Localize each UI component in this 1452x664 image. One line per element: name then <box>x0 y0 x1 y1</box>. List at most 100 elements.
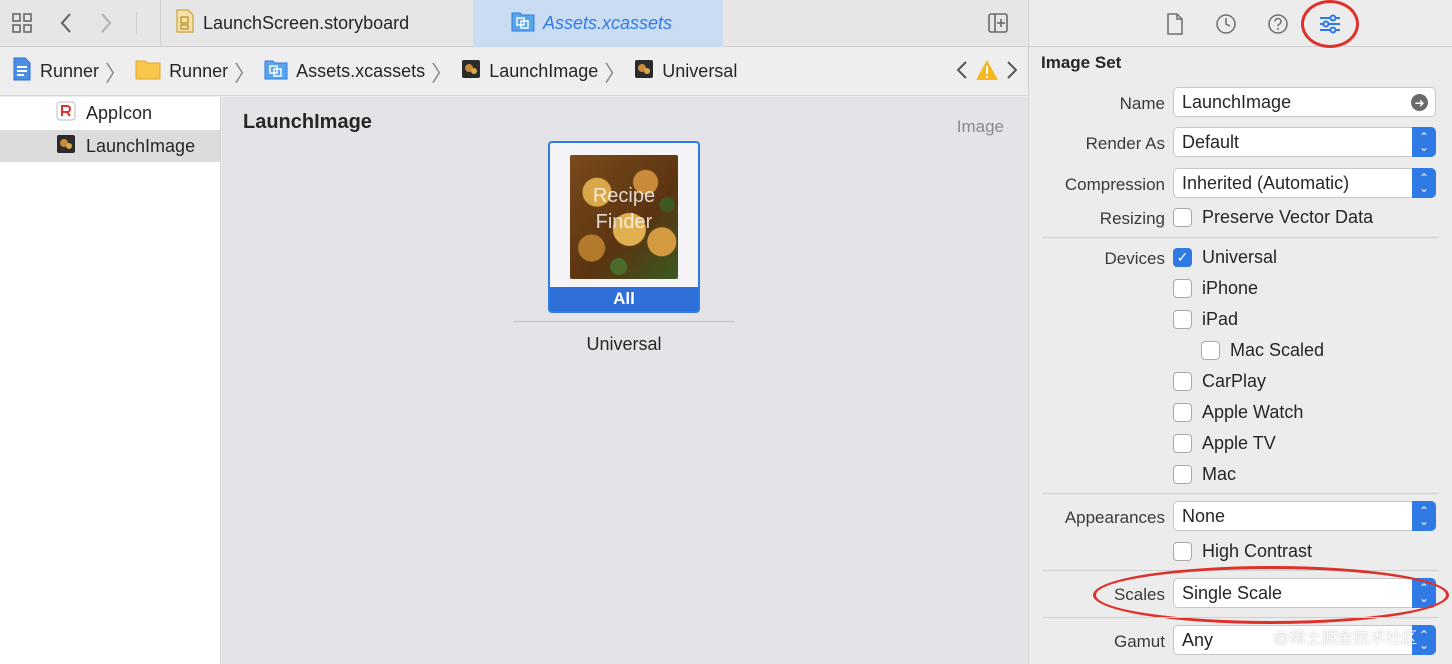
name-field[interactable]: LaunchImage ➜ <box>1173 87 1436 117</box>
launch-image-thumbnail: Recipe Finder <box>570 155 678 279</box>
image-set-title: LaunchImage <box>243 111 372 133</box>
arrow-right-circle-icon[interactable]: ➜ <box>1411 94 1428 111</box>
asset-catalog-icon <box>264 58 288 85</box>
grid-icon[interactable] <box>8 9 36 37</box>
breadcrumb-label: Runner <box>169 61 229 81</box>
checkbox-box[interactable] <box>1173 542 1192 561</box>
breadcrumb-label: Runner <box>40 61 100 81</box>
tab-label: LaunchScreen.storyboard <box>203 13 410 33</box>
device-checkbox-apple-tv[interactable]: Apple TV <box>1173 433 1276 454</box>
appearances-value: None <box>1182 505 1226 526</box>
checkbox-box[interactable] <box>1173 208 1192 227</box>
checkbox-label: iPhone <box>1202 278 1259 298</box>
tab-divider <box>136 12 137 34</box>
sidebar-item-launchimage[interactable]: LaunchImage <box>0 130 220 162</box>
checkbox-box[interactable] <box>1173 279 1192 298</box>
asset-type-label: Image <box>956 117 1004 136</box>
annotation-circle <box>1301 0 1359 48</box>
back-arrow-icon[interactable] <box>52 9 80 37</box>
project-icon <box>12 57 32 86</box>
breadcrumb-item-universal[interactable]: Universal <box>634 59 737 84</box>
sidebar-item-appicon[interactable]: AppIcon <box>0 97 220 129</box>
slot-label: Universal <box>586 334 662 354</box>
tab-launchscreen-storyboard[interactable]: LaunchScreen.storyboard <box>160 0 472 47</box>
popup-stepper-icon: ⌃ ⌄ <box>1412 168 1436 198</box>
storyboard-file-icon <box>175 9 195 38</box>
breadcrumb-label: LaunchImage <box>489 61 599 81</box>
image-set-icon <box>461 59 481 84</box>
device-checkbox-mac-scaled[interactable]: Mac Scaled <box>1201 340 1324 361</box>
device-checkbox-mac[interactable]: Mac <box>1173 464 1236 485</box>
previous-issue-icon[interactable] <box>955 59 969 87</box>
compression-select[interactable]: Inherited (Automatic) ⌃ ⌄ <box>1173 168 1436 198</box>
chevron-right-icon: 〉 <box>604 60 627 86</box>
render-as-value: Default <box>1182 131 1240 152</box>
devices-label: Devices <box>1104 249 1165 268</box>
checkbox-box[interactable] <box>1173 434 1192 453</box>
inspector-section-heading: Image Set <box>1041 53 1122 72</box>
tab-bar: LaunchScreen.storyboard Assets.xcassets <box>0 0 1027 47</box>
device-checkbox-universal[interactable]: ✓ Universal <box>1173 247 1277 268</box>
annotation-oval <box>1093 566 1449 624</box>
checkbox-box[interactable] <box>1173 310 1192 329</box>
checkbox-label: Preserve Vector Data <box>1202 207 1374 227</box>
checkbox-box[interactable] <box>1173 403 1192 422</box>
render-as-select[interactable]: Default ⌃ ⌄ <box>1173 127 1436 157</box>
folder-icon <box>135 58 161 85</box>
inspector-tab-bar <box>1029 0 1452 48</box>
compression-value: Inherited (Automatic) <box>1182 172 1350 193</box>
image-well[interactable]: Recipe Finder All <box>548 141 700 313</box>
slot-divider <box>514 321 734 322</box>
breadcrumb-item-runner-folder[interactable]: Runner <box>135 58 228 85</box>
checkmark-icon[interactable]: ✓ <box>1173 248 1192 267</box>
breadcrumb-item-launchimage[interactable]: LaunchImage <box>461 59 598 84</box>
resizing-label: Resizing <box>1099 209 1165 228</box>
app-icon-set-icon <box>56 101 76 126</box>
breadcrumb-label: Universal <box>662 61 738 81</box>
name-value: LaunchImage <box>1182 91 1292 112</box>
chevron-right-icon: 〉 <box>105 60 128 86</box>
sidebar-item-label: AppIcon <box>86 102 153 123</box>
asset-editor: LaunchImage Image Recipe Finder All Univ… <box>222 97 1027 664</box>
checkbox-label: Apple Watch <box>1202 402 1304 422</box>
device-checkbox-carplay[interactable]: CarPlay <box>1173 371 1266 392</box>
image-set-icon <box>634 59 654 84</box>
device-checkbox-ipad[interactable]: iPad <box>1173 309 1238 330</box>
image-set-icon <box>56 134 76 159</box>
checkbox-label: Apple TV <box>1202 433 1276 453</box>
file-inspector-icon[interactable] <box>1161 10 1189 38</box>
chevron-right-icon: 〉 <box>234 60 257 86</box>
breadcrumb-item-runner-project[interactable]: Runner <box>12 57 99 86</box>
section-divider <box>1043 617 1439 618</box>
device-checkbox-apple-watch[interactable]: Apple Watch <box>1173 402 1303 423</box>
popup-stepper-icon: ⌃ ⌄ <box>1412 501 1436 531</box>
high-contrast-checkbox[interactable]: High Contrast <box>1173 541 1312 562</box>
preserve-vector-data-checkbox[interactable]: Preserve Vector Data <box>1173 207 1373 228</box>
section-divider <box>1043 237 1439 238</box>
gamut-label: Gamut <box>1113 632 1165 651</box>
chevron-right-icon: 〉 <box>431 60 454 86</box>
appearances-select[interactable]: None ⌃ ⌄ <box>1173 501 1436 531</box>
breadcrumb-item-assets[interactable]: Assets.xcassets <box>264 58 425 85</box>
image-well-label: All <box>550 287 698 311</box>
checkbox-box[interactable] <box>1173 372 1192 391</box>
render-as-label: Render As <box>1085 134 1165 153</box>
popup-stepper-icon: ⌃ ⌄ <box>1412 127 1436 157</box>
tab-label: Assets.xcassets <box>543 13 673 33</box>
checkbox-box[interactable] <box>1173 465 1192 484</box>
breadcrumb-label: Assets.xcassets <box>296 61 426 81</box>
checkbox-label: CarPlay <box>1202 371 1267 391</box>
add-editor-icon[interactable] <box>984 9 1012 37</box>
warning-icon[interactable] <box>975 59 999 87</box>
next-issue-icon[interactable] <box>1005 59 1019 87</box>
appearances-label: Appearances <box>1064 508 1165 527</box>
help-inspector-icon[interactable] <box>1264 10 1292 38</box>
asset-catalog-icon <box>511 10 535 37</box>
tab-assets-xcassets[interactable]: Assets.xcassets <box>473 0 723 47</box>
history-inspector-icon[interactable] <box>1212 10 1240 38</box>
breadcrumb: Runner 〉 Runner 〉 Assets.xcassets 〉 Laun… <box>0 48 1027 96</box>
device-checkbox-iphone[interactable]: iPhone <box>1173 278 1258 299</box>
checkbox-box[interactable] <box>1201 341 1220 360</box>
forward-arrow-icon[interactable] <box>92 9 120 37</box>
checkbox-label: High Contrast <box>1202 541 1313 561</box>
